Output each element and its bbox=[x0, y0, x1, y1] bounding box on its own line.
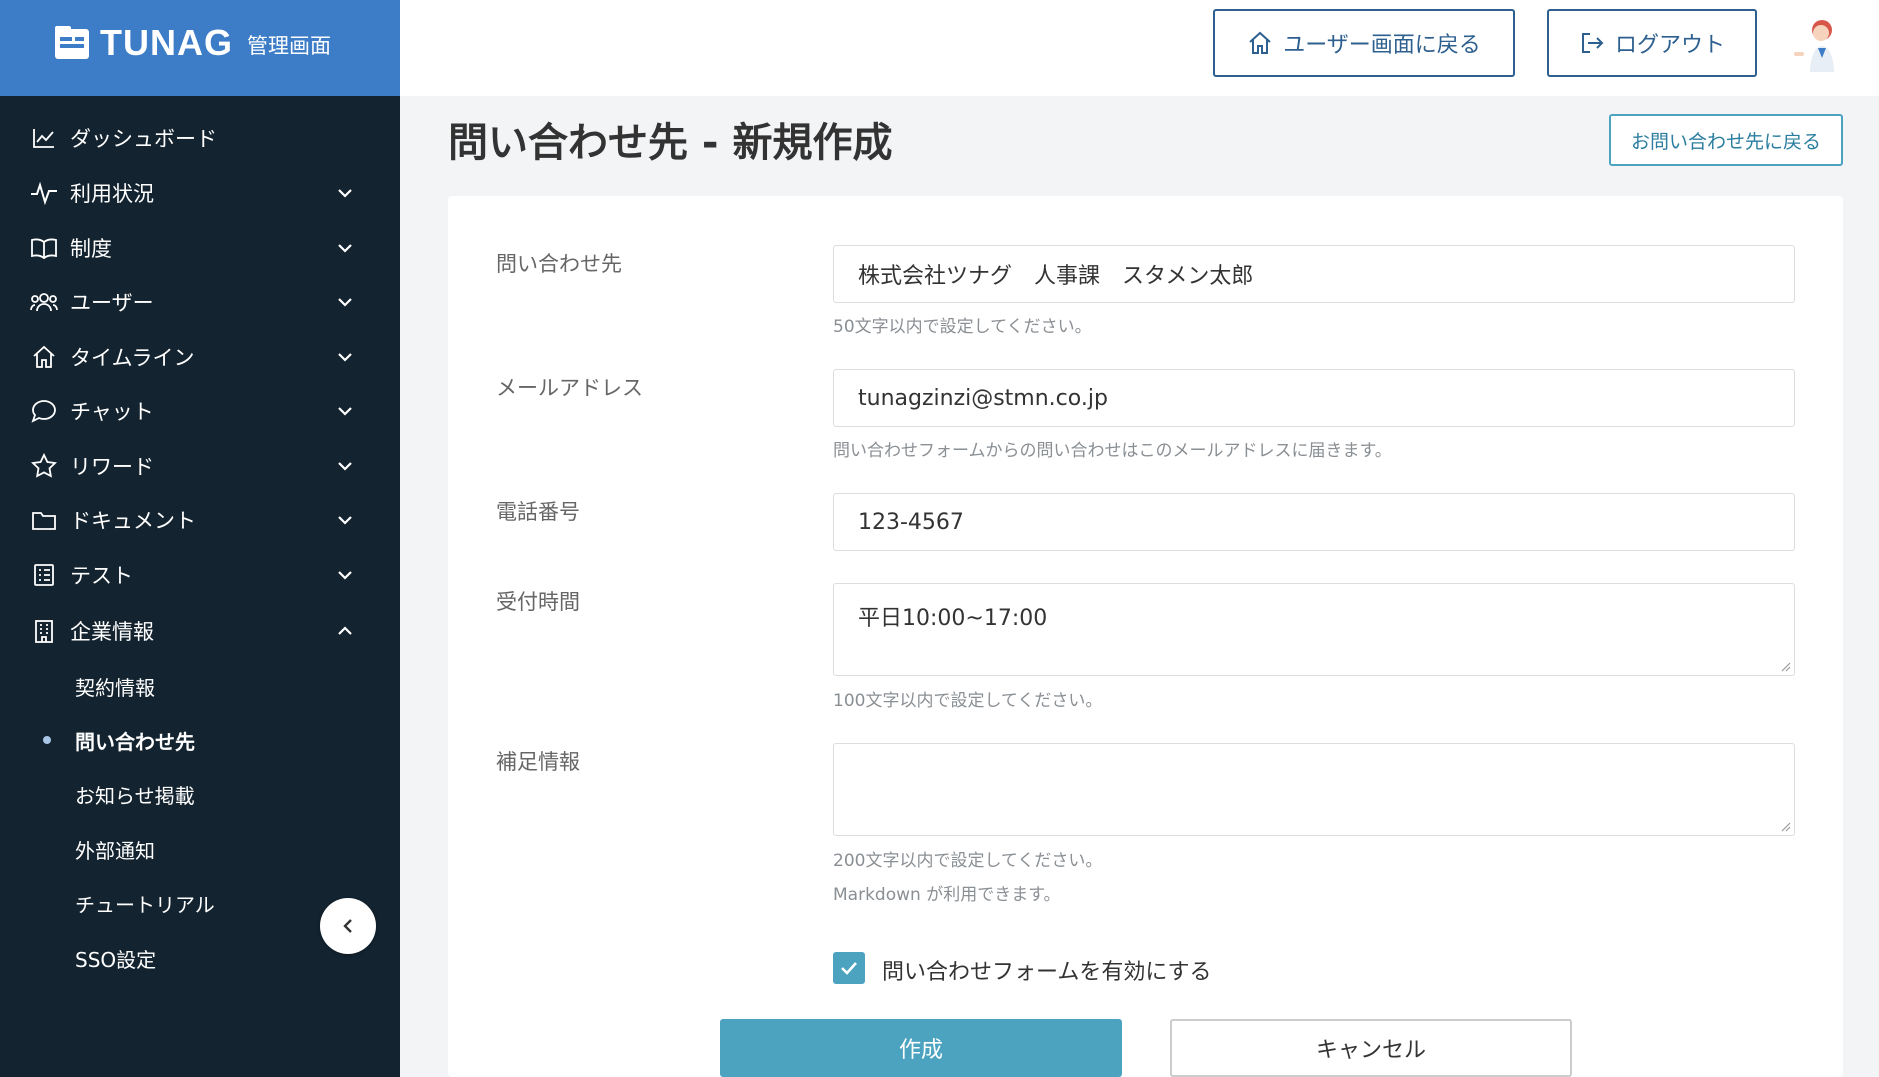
sidebar-item-company[interactable]: 企業情報 bbox=[0, 606, 400, 656]
chevron-down-icon bbox=[338, 516, 352, 525]
sidebar-subitem-label: 外部通知 bbox=[75, 838, 155, 863]
hours-hint: 100文字以内で設定してください。 bbox=[833, 691, 1103, 711]
users-icon bbox=[30, 288, 58, 316]
sidebar-subitem-contract[interactable]: 契約情報 bbox=[0, 661, 400, 711]
contact-input-value: 株式会社ツナグ 人事課 スタメン太郎 bbox=[858, 264, 1254, 289]
user-screen-button-label: ユーザー画面に戻る bbox=[1283, 33, 1481, 58]
sidebar-subitem-contact[interactable]: 問い合わせ先 bbox=[0, 715, 400, 765]
sidebar: TUNAG 管理画面 ダッシュボード 利用状況 制度 ユーザー タイムライン チ… bbox=[0, 0, 400, 1077]
sidebar-item-reward[interactable]: リワード bbox=[0, 441, 400, 491]
sidebar-item-label: チャット bbox=[70, 400, 154, 424]
notes-textarea[interactable] bbox=[833, 743, 1795, 836]
hours-textarea[interactable]: 平日10:00~17:00 bbox=[833, 583, 1795, 676]
sidebar-item-label: テスト bbox=[70, 564, 133, 588]
enable-form-checkbox[interactable] bbox=[833, 952, 865, 984]
check-icon bbox=[841, 962, 857, 975]
email-input[interactable]: tunagzinzi@stmn.co.jp bbox=[833, 369, 1795, 427]
home-icon bbox=[1247, 30, 1273, 56]
sidebar-item-label: 利用状況 bbox=[70, 182, 154, 206]
active-indicator bbox=[43, 736, 51, 744]
hours-label: 受付時間 bbox=[496, 590, 580, 614]
logout-button-label: ログアウト bbox=[1614, 33, 1725, 58]
sidebar-item-label: 制度 bbox=[70, 237, 112, 261]
brand-subtitle: 管理画面 bbox=[247, 34, 331, 58]
sidebar-item-users[interactable]: ユーザー bbox=[0, 277, 400, 327]
resize-handle-icon[interactable] bbox=[1779, 660, 1791, 672]
sidebar-subitem-label: お知らせ掲載 bbox=[75, 783, 195, 808]
logout-button[interactable]: ログアウト bbox=[1547, 9, 1757, 77]
sidebar-subitem-label: 問い合わせ先 bbox=[75, 729, 195, 754]
notes-markdown-hint: Markdown が利用できます。 bbox=[833, 885, 1061, 905]
tunag-logo-icon bbox=[55, 26, 89, 59]
chevron-down-icon bbox=[338, 353, 352, 362]
sidebar-item-label: ダッシュボード bbox=[70, 127, 217, 151]
sidebar-item-label: タイムライン bbox=[70, 346, 195, 370]
sidebar-item-usage[interactable]: 利用状況 bbox=[0, 168, 400, 218]
sidebar-item-label: リワード bbox=[70, 455, 154, 479]
sidebar-item-chat[interactable]: チャット bbox=[0, 386, 400, 436]
resize-handle-icon[interactable] bbox=[1779, 820, 1791, 832]
star-icon bbox=[30, 452, 58, 480]
sidebar-subitem-label: SSO設定 bbox=[75, 947, 157, 972]
page-title: 問い合わせ先 - 新規作成 bbox=[448, 120, 893, 166]
sidebar-subitem-label: チュートリアル bbox=[75, 892, 215, 917]
back-to-contacts-button[interactable]: お問い合わせ先に戻る bbox=[1609, 114, 1843, 166]
sidebar-collapse-button[interactable] bbox=[320, 898, 376, 954]
contact-input[interactable]: 株式会社ツナグ 人事課 スタメン太郎 bbox=[833, 245, 1795, 303]
sidebar-subitem-announcement[interactable]: お知らせ掲載 bbox=[0, 769, 400, 819]
email-hint: 問い合わせフォームからの問い合わせはこのメールアドレスに届きます。 bbox=[833, 441, 1392, 461]
contact-hint: 50文字以内で設定してください。 bbox=[833, 317, 1092, 337]
notes-hint: 200文字以内で設定してください。 bbox=[833, 851, 1103, 871]
sidebar-item-system[interactable]: 制度 bbox=[0, 223, 400, 273]
contact-label: 問い合わせ先 bbox=[496, 252, 622, 276]
chart-icon bbox=[30, 124, 58, 152]
chevron-down-icon bbox=[338, 462, 352, 471]
chevron-down-icon bbox=[338, 298, 352, 307]
chevron-down-icon bbox=[338, 407, 352, 416]
sidebar-item-label: ユーザー bbox=[70, 291, 154, 315]
phone-label: 電話番号 bbox=[496, 500, 580, 524]
sidebar-item-timeline[interactable]: タイムライン bbox=[0, 332, 400, 382]
email-input-value: tunagzinzi@stmn.co.jp bbox=[858, 385, 1108, 411]
sidebar-item-label: ドキュメント bbox=[70, 509, 196, 533]
checklist-icon bbox=[30, 561, 58, 589]
chevron-down-icon bbox=[338, 189, 352, 198]
sidebar-item-dashboard[interactable]: ダッシュボード bbox=[0, 113, 400, 163]
avatar[interactable] bbox=[1790, 16, 1844, 72]
folder-icon bbox=[30, 506, 58, 534]
logout-icon bbox=[1579, 30, 1605, 56]
building-icon bbox=[30, 617, 58, 645]
book-icon bbox=[30, 234, 58, 262]
brand-header[interactable]: TUNAG 管理画面 bbox=[0, 0, 400, 96]
enable-form-label[interactable]: 問い合わせフォームを有効にする bbox=[882, 954, 1212, 986]
user-screen-button[interactable]: ユーザー画面に戻る bbox=[1213, 9, 1515, 77]
sidebar-subitem-external-notice[interactable]: 外部通知 bbox=[0, 824, 400, 874]
create-button[interactable]: 作成 bbox=[720, 1019, 1122, 1077]
sidebar-subitem-label: 契約情報 bbox=[75, 675, 155, 700]
sidebar-item-document[interactable]: ドキュメント bbox=[0, 495, 400, 545]
sidebar-item-test[interactable]: テスト bbox=[0, 550, 400, 600]
cancel-button[interactable]: キャンセル bbox=[1170, 1019, 1572, 1077]
chevron-left-icon bbox=[343, 919, 352, 933]
home-icon bbox=[30, 343, 58, 371]
brand-name: TUNAG bbox=[100, 22, 233, 63]
chevron-down-icon bbox=[338, 571, 352, 580]
sidebar-item-label: 企業情報 bbox=[70, 620, 154, 644]
chat-icon bbox=[30, 397, 58, 425]
activity-icon bbox=[30, 179, 58, 207]
chevron-up-icon bbox=[338, 626, 352, 635]
chevron-down-icon bbox=[338, 244, 352, 253]
hours-textarea-value: 平日10:00~17:00 bbox=[858, 606, 1048, 631]
phone-input-value: 123-4567 bbox=[858, 509, 964, 535]
notes-label: 補足情報 bbox=[496, 750, 580, 774]
email-label: メールアドレス bbox=[496, 376, 643, 400]
phone-input[interactable]: 123-4567 bbox=[833, 493, 1795, 551]
